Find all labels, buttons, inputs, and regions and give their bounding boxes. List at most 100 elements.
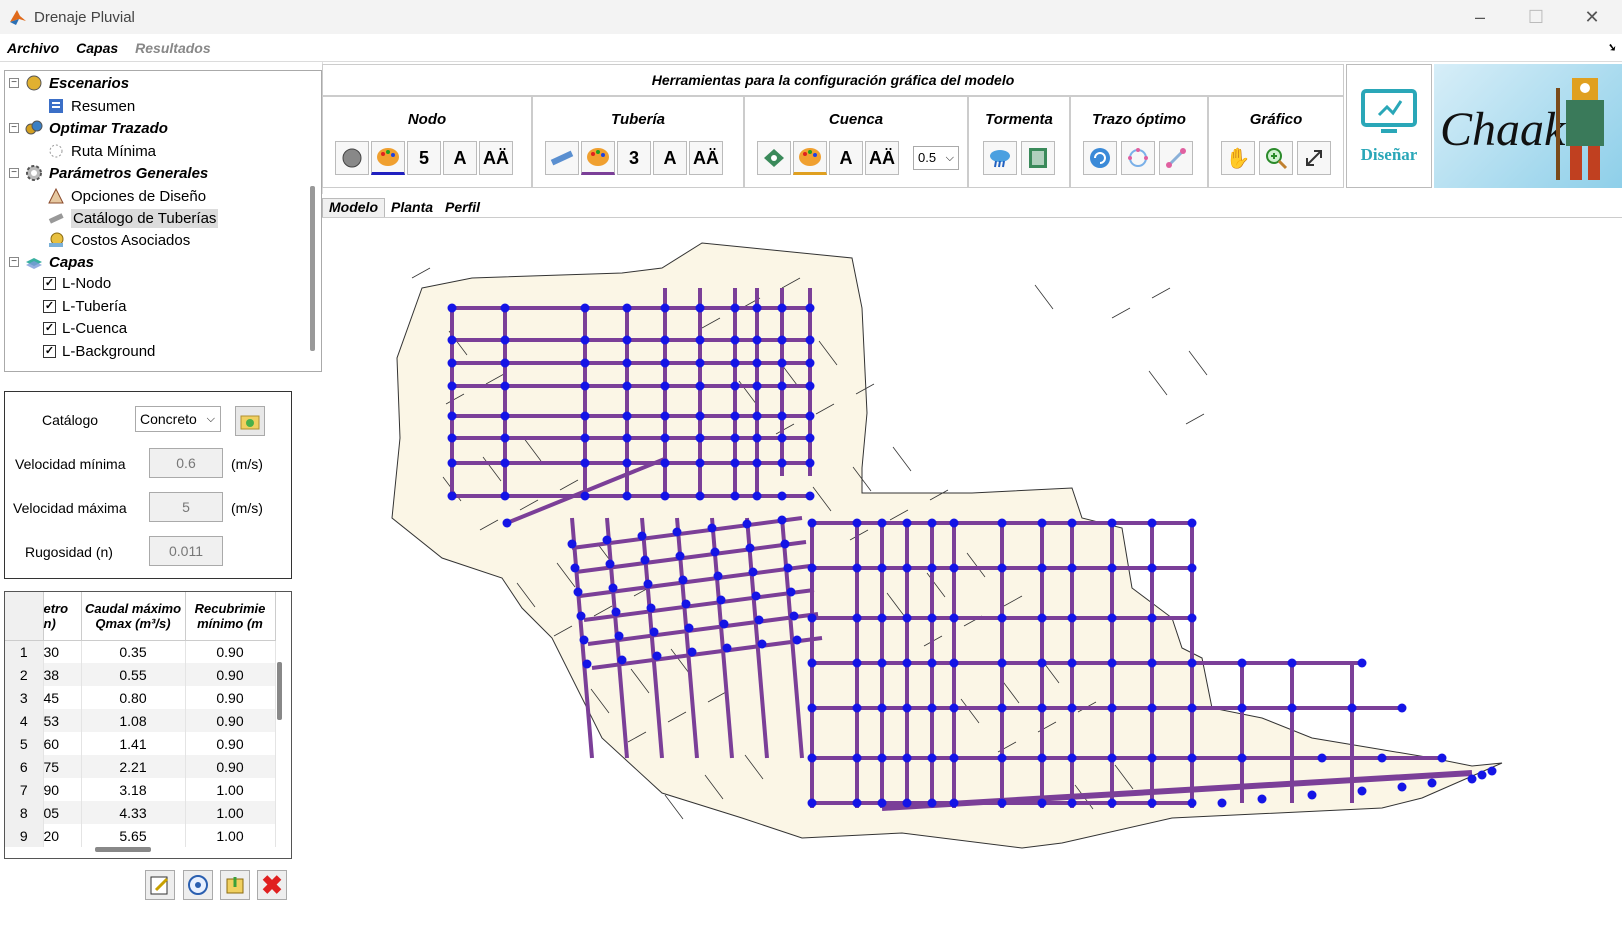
node[interactable] [1357,658,1367,668]
layer-l-tuberia[interactable]: ✓ L-Tubería [43,298,126,315]
node[interactable] [660,358,670,368]
node[interactable] [807,703,817,713]
node[interactable] [730,458,740,468]
collapse-optimar-toggle[interactable]: − [9,123,19,133]
col-header-diametro[interactable]: etro n) [43,592,82,641]
node[interactable] [877,658,887,668]
node[interactable] [1107,798,1117,808]
layer-checkbox[interactable]: ✓ [43,300,56,313]
node[interactable] [783,563,793,573]
edit-table-button[interactable] [145,870,175,900]
tree-node-capas[interactable]: Capas [23,252,94,272]
node[interactable] [997,518,1007,528]
node[interactable] [1067,658,1077,668]
tree-node-ruta-minima[interactable]: Ruta Mínima [45,141,156,161]
tree-node-resumen[interactable]: Resumen [45,96,135,116]
node[interactable] [1037,563,1047,573]
node[interactable] [805,433,815,443]
node[interactable] [1467,774,1477,784]
node[interactable] [927,703,937,713]
table-row[interactable]: 8 05 4.33 1.00 [5,801,276,824]
close-window-button[interactable]: ✕ [1564,0,1620,34]
node[interactable] [997,753,1007,763]
node[interactable] [660,381,670,391]
table-row[interactable]: 9 20 5.65 1.00 [5,824,276,847]
node[interactable] [660,303,670,313]
table-cell[interactable]: 2.21 [81,755,186,778]
menu-resultados[interactable]: Resultados [135,40,210,56]
node[interactable] [580,381,590,391]
node[interactable] [927,518,937,528]
node[interactable] [1217,798,1227,808]
node[interactable] [877,753,887,763]
node[interactable] [570,563,580,573]
node[interactable] [678,575,688,585]
node[interactable] [500,381,510,391]
node[interactable] [1037,658,1047,668]
node-font-button[interactable]: A [443,141,477,175]
node[interactable] [622,303,632,313]
table-row[interactable]: 6 75 2.21 0.90 [5,755,276,778]
node[interactable] [752,433,762,443]
node[interactable] [777,458,787,468]
node[interactable] [949,798,959,808]
node[interactable] [792,635,802,645]
node[interactable] [672,527,682,537]
node[interactable] [752,458,762,468]
node[interactable] [949,703,959,713]
node[interactable] [777,515,787,525]
node[interactable] [730,303,740,313]
node[interactable] [805,491,815,501]
node[interactable] [1037,753,1047,763]
menu-capas[interactable]: Capas [76,40,118,56]
table-row[interactable]: 1 30 0.35 0.90 [5,640,276,663]
node[interactable] [622,358,632,368]
node[interactable] [949,658,959,668]
table-row[interactable]: 2 38 0.55 0.90 [5,663,276,686]
table-row[interactable]: 4 53 1.08 0.90 [5,709,276,732]
node[interactable] [877,613,887,623]
table-cell[interactable]: 0.80 [81,686,186,709]
node[interactable] [949,613,959,623]
node[interactable] [927,753,937,763]
node[interactable] [752,411,762,421]
node[interactable] [447,303,457,313]
node[interactable] [902,518,912,528]
table-cell[interactable]: 1.41 [81,732,186,755]
node[interactable] [1187,613,1197,623]
node[interactable] [580,433,590,443]
node[interactable] [1287,703,1297,713]
node[interactable] [660,411,670,421]
node[interactable] [500,358,510,368]
table-cell[interactable]: 0.90 [185,732,276,755]
node[interactable] [997,703,1007,713]
route-connect-button[interactable] [1159,141,1193,175]
node[interactable] [777,433,787,443]
node[interactable] [713,571,723,581]
node[interactable] [622,381,632,391]
node[interactable] [652,651,662,661]
node[interactable] [1147,798,1157,808]
node[interactable] [1147,518,1157,528]
node[interactable] [997,658,1007,668]
node[interactable] [1147,753,1157,763]
node[interactable] [742,519,752,529]
node[interactable] [695,411,705,421]
node[interactable] [927,563,937,573]
table-cell[interactable]: 53 [43,709,82,732]
col-header-caudal[interactable]: Caudal máximo Qmax (m³/s) [81,592,186,641]
table-cell[interactable]: 20 [43,824,82,847]
storm-table-button[interactable] [1021,141,1055,175]
node[interactable] [877,518,887,528]
node[interactable] [752,491,762,501]
node[interactable] [573,587,583,597]
node[interactable] [752,335,762,345]
node[interactable] [614,631,624,641]
basin-color-button[interactable] [793,141,827,175]
undock-icon[interactable]: ➘ [1607,41,1616,54]
node[interactable] [805,458,815,468]
node[interactable] [719,619,729,629]
tree-node-catalogo-tuberias[interactable]: Catálogo de Tuberías [45,208,219,228]
node[interactable] [567,539,577,549]
table-cell[interactable]: 60 [43,732,82,755]
